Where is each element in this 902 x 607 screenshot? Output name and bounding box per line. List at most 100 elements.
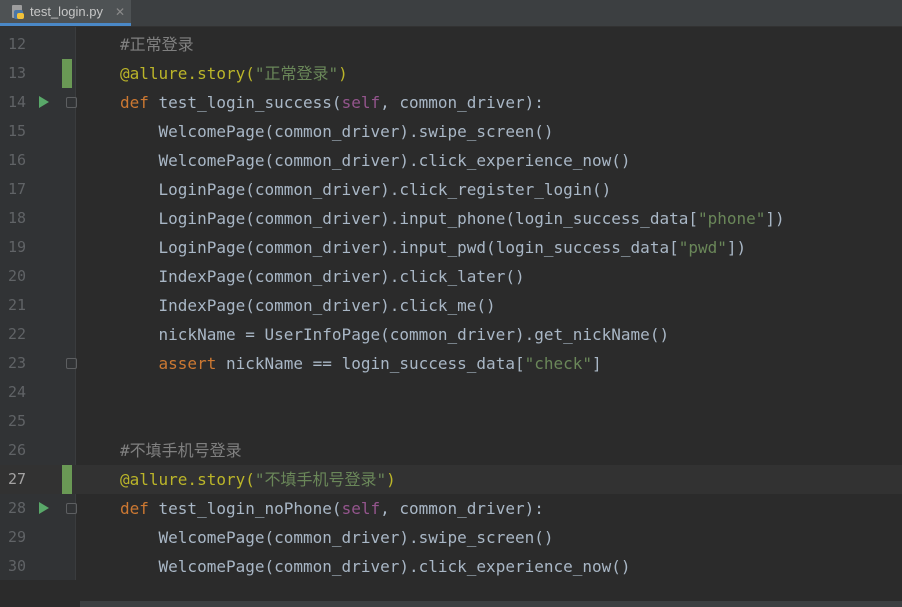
code-token: ).input_phone(login_success_data[	[380, 209, 698, 228]
horizontal-scrollbar[interactable]	[80, 601, 902, 607]
code-text[interactable]: WelcomePage(common_driver).click_experie…	[120, 552, 631, 581]
code-text[interactable]: #正常登录	[120, 30, 194, 59]
code-token: WelcomePage(	[120, 151, 275, 170]
code-line[interactable]: 13 @allure.story("正常登录")	[0, 59, 902, 88]
code-text[interactable]: WelcomePage(common_driver).swipe_screen(…	[120, 523, 554, 552]
code-text[interactable]: def test_login_success(self, common_driv…	[120, 88, 544, 117]
code-token: common_driver	[389, 325, 515, 344]
code-token: (	[331, 93, 342, 112]
code-token: @allure.story(	[120, 470, 255, 489]
code-token: common_driver	[254, 209, 381, 228]
code-token: ).click_experience_now()	[399, 557, 631, 576]
code-text[interactable]: LoginPage(common_driver).input_phone(log…	[120, 204, 785, 233]
line-number: 14	[8, 93, 27, 111]
fold-icon[interactable]	[66, 503, 77, 514]
code-text[interactable]: def test_login_noPhone(self, common_driv…	[120, 494, 544, 523]
line-number: 15	[8, 122, 27, 140]
code-line[interactable]: 22 nickName = UserInfoPage(common_driver…	[0, 320, 902, 349]
code-token: nickName = UserInfoPage(	[120, 325, 390, 344]
code-text[interactable]: #不填手机号登录	[120, 436, 242, 465]
code-token: "pwd"	[678, 238, 727, 257]
code-token: #正常登录	[120, 35, 194, 54]
code-token: LoginPage(	[120, 209, 255, 228]
code-text[interactable]: WelcomePage(common_driver).click_experie…	[120, 146, 631, 175]
code-text[interactable]: assert nickName == login_success_data["c…	[120, 349, 602, 378]
code-line[interactable]: 21 IndexPage(common_driver).click_me()	[0, 291, 902, 320]
code-token: ])	[765, 209, 785, 228]
code-text[interactable]: nickName = UserInfoPage(common_driver).g…	[120, 320, 670, 349]
code-token: test_login_success	[158, 93, 332, 112]
line-number: 17	[8, 180, 27, 198]
code-token: def	[120, 499, 159, 518]
code-token: WelcomePage(	[120, 528, 275, 547]
code-line[interactable]: 12 #正常登录	[0, 30, 902, 59]
code-token: ,	[380, 499, 400, 518]
line-number: 21	[8, 296, 27, 314]
code-token: ):	[524, 499, 544, 518]
code-token: common_driver	[254, 296, 381, 315]
tab-label: test_login.py	[30, 4, 103, 19]
code-line[interactable]: 19 LoginPage(common_driver).input_pwd(lo…	[0, 233, 902, 262]
code-line[interactable]: 23 assert nickName == login_success_data…	[0, 349, 902, 378]
code-line[interactable]: 26 #不填手机号登录	[0, 436, 902, 465]
line-number: 26	[8, 441, 27, 459]
line-number: 29	[8, 528, 27, 546]
code-token: "phone"	[697, 209, 766, 228]
code-token: test_login_noPhone	[158, 499, 332, 518]
code-editor[interactable]: 12 #正常登录 13 @allure.story("正常登录") 14 def test…	[0, 27, 902, 607]
code-line[interactable]: 24	[0, 378, 902, 407]
code-text[interactable]: IndexPage(common_driver).click_later()	[120, 262, 525, 291]
code-text[interactable]: @allure.story("不填手机号登录")	[120, 465, 396, 494]
change-marker[interactable]	[62, 465, 72, 494]
line-number: 19	[8, 238, 27, 256]
code-line[interactable]: 18 LoginPage(common_driver).input_phone(…	[0, 204, 902, 233]
code-text[interactable]: LoginPage(common_driver).input_pwd(login…	[120, 233, 747, 262]
code-token: "正常登录"	[254, 64, 339, 83]
code-token: common_driver	[274, 122, 400, 141]
code-token: def	[120, 93, 159, 112]
code-token: common_driver	[274, 528, 400, 547]
code-text[interactable]: IndexPage(common_driver).click_me()	[120, 291, 496, 320]
code-line[interactable]: 28 def test_login_noPhone(self, common_dr…	[0, 494, 902, 523]
tab-test-login[interactable]: test_login.py ✕	[0, 0, 131, 26]
code-token: ).get_nickName()	[514, 325, 670, 344]
code-token: @allure.story(	[120, 64, 255, 83]
code-token: ).click_me()	[380, 296, 496, 315]
code-line[interactable]: 17 LoginPage(common_driver).click_regist…	[0, 175, 902, 204]
code-token: self	[341, 93, 381, 112]
code-token: common_driver	[254, 267, 381, 286]
fold-icon[interactable]	[66, 97, 77, 108]
code-token: "check"	[524, 354, 593, 373]
code-line[interactable]: 27 @allure.story("不填手机号登录")	[0, 465, 902, 494]
editor-tab-bar: test_login.py ✕	[0, 0, 902, 27]
code-text[interactable]: LoginPage(common_driver).click_register_…	[120, 175, 612, 204]
code-token: ):	[524, 93, 544, 112]
code-token: LoginPage(	[120, 180, 255, 199]
code-line[interactable]: 14 def test_login_success(self, common_dr…	[0, 88, 902, 117]
code-token: ).click_experience_now()	[399, 151, 631, 170]
code-text[interactable]: WelcomePage(common_driver).swipe_screen(…	[120, 117, 554, 146]
code-line[interactable]: 29 WelcomePage(common_driver).swipe_scre…	[0, 523, 902, 552]
change-marker[interactable]	[62, 59, 72, 88]
code-token: common_driver	[274, 557, 400, 576]
code-line[interactable]: 25	[0, 407, 902, 436]
code-line[interactable]: 20 IndexPage(common_driver).click_later(…	[0, 262, 902, 291]
code-token: common_driver	[254, 180, 381, 199]
code-token: ).input_pwd(login_success_data[	[380, 238, 679, 257]
code-text[interactable]: @allure.story("正常登录")	[120, 59, 348, 88]
code-token: #不填手机号登录	[120, 441, 242, 460]
line-number: 23	[8, 354, 27, 372]
close-icon[interactable]: ✕	[115, 5, 125, 19]
code-token: ).click_register_login()	[380, 180, 612, 199]
code-line[interactable]: 16 WelcomePage(common_driver).click_expe…	[0, 146, 902, 175]
code-token: IndexPage(	[120, 267, 255, 286]
code-line[interactable]: 30 WelcomePage(common_driver).click_expe…	[0, 552, 902, 581]
code-token: assert	[120, 354, 226, 373]
code-token: common_driver	[399, 93, 525, 112]
run-icon[interactable]	[39, 96, 49, 108]
code-line[interactable]: 15 WelcomePage(common_driver).swipe_scre…	[0, 117, 902, 146]
code-token: common_driver	[274, 151, 400, 170]
code-token: ).click_later()	[380, 267, 525, 286]
fold-icon[interactable]	[66, 358, 77, 369]
run-icon[interactable]	[39, 502, 49, 514]
